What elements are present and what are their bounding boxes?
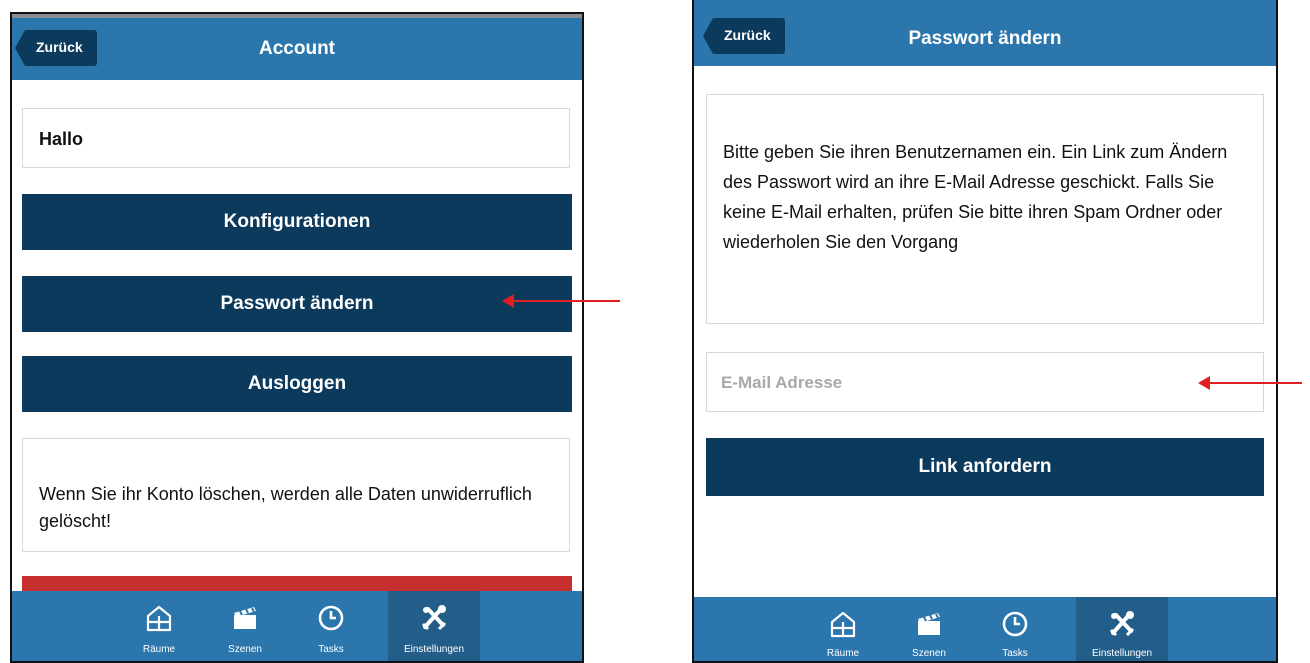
annotation-arrow [1198, 376, 1302, 390]
annotation-arrow [502, 294, 620, 308]
tab-label: Einstellungen [1091, 648, 1153, 659]
change-password-screen: Passwort ändern Zurück Bitte geben Sie i… [692, 0, 1278, 663]
house-icon [830, 611, 856, 638]
delete-warning-card: Wenn Sie ihr Konto löschen, werden alle … [22, 438, 570, 552]
configurations-button[interactable]: Konfigurationen [22, 194, 572, 250]
tab-scenes[interactable]: Szenen [886, 597, 972, 661]
tools-icon [421, 605, 447, 631]
house-icon [146, 605, 172, 632]
tab-settings[interactable]: Einstellungen [388, 591, 480, 661]
tab-label: Räume [826, 648, 860, 659]
tab-rooms[interactable]: Räume [800, 597, 886, 661]
clock-icon [318, 605, 344, 631]
back-button[interactable]: Zurück [703, 18, 785, 54]
tab-bar: Räume Szenen Tasks Einstellungen [12, 591, 582, 661]
header-bar: Passwort ändern Zurück [694, 0, 1276, 66]
tab-label: Tasks [1002, 648, 1028, 659]
page-title: Account [259, 38, 335, 59]
clock-icon [1002, 611, 1028, 637]
change-password-button[interactable]: Passwort ändern [22, 276, 572, 332]
clapperboard-icon [918, 613, 940, 635]
tools-icon [1109, 611, 1135, 637]
greeting-card: Hallo [22, 108, 570, 168]
tab-tasks[interactable]: Tasks [972, 597, 1058, 661]
header-bar: Account Zurück [12, 14, 582, 80]
tab-label: Einstellungen [403, 644, 465, 655]
tab-bar: Räume Szenen Tasks Einstellungen [694, 597, 1276, 661]
tab-label: Szenen [912, 648, 946, 659]
tab-label: Tasks [318, 644, 344, 655]
tab-tasks[interactable]: Tasks [288, 591, 374, 661]
info-text: Bitte geben Sie ihren Benutzernamen ein.… [723, 142, 1228, 252]
tab-settings[interactable]: Einstellungen [1076, 597, 1168, 661]
delete-warning-text: Wenn Sie ihr Konto löschen, werden alle … [39, 484, 532, 531]
tab-label: Räume [142, 644, 176, 655]
greeting-text: Hallo [39, 129, 84, 149]
tab-rooms[interactable]: Räume [116, 591, 202, 661]
account-screen: Account Zurück Hallo Konfigurationen Pas… [10, 12, 584, 663]
email-placeholder: E-Mail Adresse [721, 373, 843, 392]
logout-button[interactable]: Ausloggen [22, 356, 572, 412]
tab-label: Szenen [228, 644, 262, 655]
info-card: Bitte geben Sie ihren Benutzernamen ein.… [706, 94, 1264, 324]
email-input[interactable]: E-Mail Adresse [706, 352, 1264, 412]
clapperboard-icon [234, 607, 256, 629]
request-link-button[interactable]: Link anfordern [706, 438, 1264, 496]
tab-scenes[interactable]: Szenen [202, 591, 288, 661]
back-button[interactable]: Zurück [15, 30, 97, 66]
